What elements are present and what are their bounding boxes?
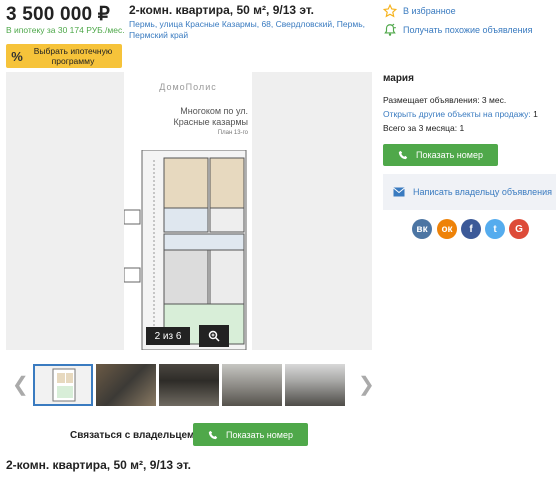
star-icon bbox=[383, 4, 397, 18]
thumbnail-5[interactable] bbox=[285, 364, 345, 406]
other-objects-count: 1 bbox=[533, 109, 538, 119]
photo-counter: 2 из 6 bbox=[146, 327, 190, 345]
watermark: ДомоПолис bbox=[159, 82, 217, 92]
favorite-label: В избранное bbox=[403, 6, 456, 16]
posting-since: Размещает объявления: 3 мес. bbox=[383, 95, 507, 105]
thumbnail-2[interactable] bbox=[96, 364, 156, 406]
phone-icon bbox=[398, 150, 408, 160]
contact-show-phone-label: Показать номер bbox=[226, 429, 293, 440]
floor-plan-drawing bbox=[124, 150, 247, 350]
mortgage-program-label: Выбрать ипотечную программу bbox=[33, 46, 113, 66]
thumbs-next-arrow-icon[interactable]: ❯ bbox=[358, 372, 375, 397]
thumbs-prev-arrow-icon[interactable]: ❮ bbox=[12, 372, 29, 397]
seller-name: мария bbox=[383, 73, 414, 84]
show-phone-button[interactable]: Показать номер bbox=[383, 144, 498, 166]
contact-owner-label: Связаться с владельцем bbox=[70, 430, 195, 441]
vk-share-icon[interactable]: вк bbox=[412, 219, 432, 239]
magnifier-plus-icon bbox=[208, 330, 220, 342]
phone-icon bbox=[208, 430, 218, 439]
twitter-share-icon[interactable]: t bbox=[485, 219, 505, 239]
contact-show-phone-button[interactable]: Показать номер bbox=[193, 423, 308, 446]
floor-plan-image[interactable]: ДомоПолис Многоком по ул. Красные казарм… bbox=[124, 72, 252, 350]
other-objects-line: Открыть другие объекты на продажу: 1 bbox=[383, 109, 538, 119]
bell-icon bbox=[384, 23, 396, 36]
plan-subheading: План 13-го bbox=[217, 130, 248, 136]
price: 3 500 000 ₽ bbox=[6, 4, 111, 25]
ok-share-icon[interactable]: ок bbox=[437, 219, 457, 239]
other-objects-link[interactable]: Открыть другие объекты на продажу: bbox=[383, 109, 531, 119]
write-owner-label: Написать владельцу объявления bbox=[413, 187, 552, 197]
facebook-share-icon[interactable]: f bbox=[461, 219, 481, 239]
mortgage-note: В ипотеку за 30 174 РУБ./мес. bbox=[6, 25, 125, 35]
mortgage-program-button[interactable]: % Выбрать ипотечную программу bbox=[6, 44, 122, 68]
envelope-icon bbox=[393, 187, 405, 197]
listing-address[interactable]: Пермь, улица Красные Казармы, 68, Свердл… bbox=[129, 19, 374, 41]
listing-title: 2-комн. квартира, 50 м², 9/13 эт. bbox=[129, 3, 315, 17]
write-owner-button[interactable]: Написать владельцу объявления bbox=[383, 174, 556, 210]
favorite-link[interactable]: В избранное bbox=[383, 4, 456, 18]
google-share-icon[interactable]: G bbox=[509, 219, 529, 239]
floor-plan-thumb bbox=[52, 368, 76, 402]
thumbnail-3[interactable] bbox=[159, 364, 219, 406]
total-3months: Всего за 3 месяца: 1 bbox=[383, 123, 465, 133]
show-phone-label: Показать номер bbox=[416, 150, 483, 160]
plan-heading: Многоком по ул. Красные казармы bbox=[173, 106, 248, 127]
zoom-button[interactable] bbox=[199, 325, 229, 347]
similar-subscribe-link[interactable]: Получать похожие объявления bbox=[383, 23, 533, 37]
thumbnail-4[interactable] bbox=[222, 364, 282, 406]
percent-icon: % bbox=[11, 48, 23, 64]
thumbnail-1[interactable] bbox=[33, 364, 93, 406]
footer-title: 2-комн. квартира, 50 м², 9/13 эт. bbox=[6, 458, 192, 472]
similar-label: Получать похожие объявления bbox=[403, 25, 533, 35]
